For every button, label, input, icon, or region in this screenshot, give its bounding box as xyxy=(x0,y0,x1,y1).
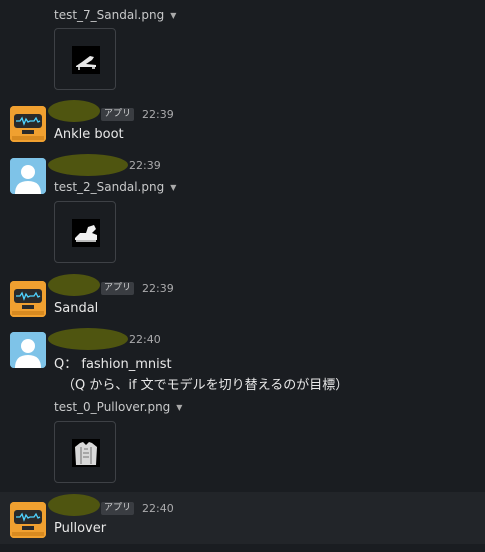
redacted-sender-name xyxy=(48,494,100,516)
caret-down-icon[interactable]: ▼ xyxy=(176,403,182,412)
app-badge: アプリ xyxy=(101,502,135,515)
timestamp[interactable]: 22:39 xyxy=(142,108,174,121)
message-text-line1: Q： fashion_mnist xyxy=(54,357,172,372)
redacted-sender-name xyxy=(48,274,100,296)
robot-avatar-icon[interactable] xyxy=(10,106,46,142)
image-thumbnail[interactable] xyxy=(54,201,116,263)
robot-avatar-icon[interactable] xyxy=(10,502,46,538)
sandal-image xyxy=(72,219,100,247)
redacted-sender-name xyxy=(48,100,100,122)
file-name-text: test_0_Pullover.png xyxy=(54,400,171,414)
file-name-text: test_7_Sandal.png xyxy=(54,8,165,22)
timestamp[interactable]: 22:39 xyxy=(142,282,174,295)
message-text: Sandal xyxy=(54,301,99,316)
timestamp[interactable]: 22:40 xyxy=(142,502,174,515)
timestamp[interactable]: 22:40 xyxy=(129,333,161,346)
file-name-label[interactable]: test_7_Sandal.png ▼ xyxy=(54,8,176,22)
person-avatar-icon[interactable] xyxy=(10,158,46,194)
sandal-image xyxy=(72,46,100,74)
person-avatar-icon[interactable] xyxy=(10,332,46,368)
image-thumbnail[interactable] xyxy=(54,28,116,90)
image-thumbnail[interactable] xyxy=(54,421,116,483)
file-name-label[interactable]: test_0_Pullover.png ▼ xyxy=(54,400,182,414)
message-text-line2: （Q から、if 文でモデルを切り替えるのが目標） xyxy=(62,378,349,393)
message-text: Ankle boot xyxy=(54,127,124,142)
file-name-label[interactable]: test_2_Sandal.png ▼ xyxy=(54,180,176,194)
redacted-sender-name xyxy=(48,154,128,176)
robot-avatar-icon[interactable] xyxy=(10,281,46,317)
pullover-image xyxy=(72,439,100,467)
caret-down-icon[interactable]: ▼ xyxy=(170,183,176,192)
timestamp[interactable]: 22:39 xyxy=(129,159,161,172)
file-name-text: test_2_Sandal.png xyxy=(54,180,165,194)
message-text: Pullover xyxy=(54,521,107,536)
caret-down-icon[interactable]: ▼ xyxy=(170,11,176,20)
app-badge: アプリ xyxy=(101,108,135,121)
app-badge: アプリ xyxy=(101,282,135,295)
redacted-sender-name xyxy=(48,328,128,350)
